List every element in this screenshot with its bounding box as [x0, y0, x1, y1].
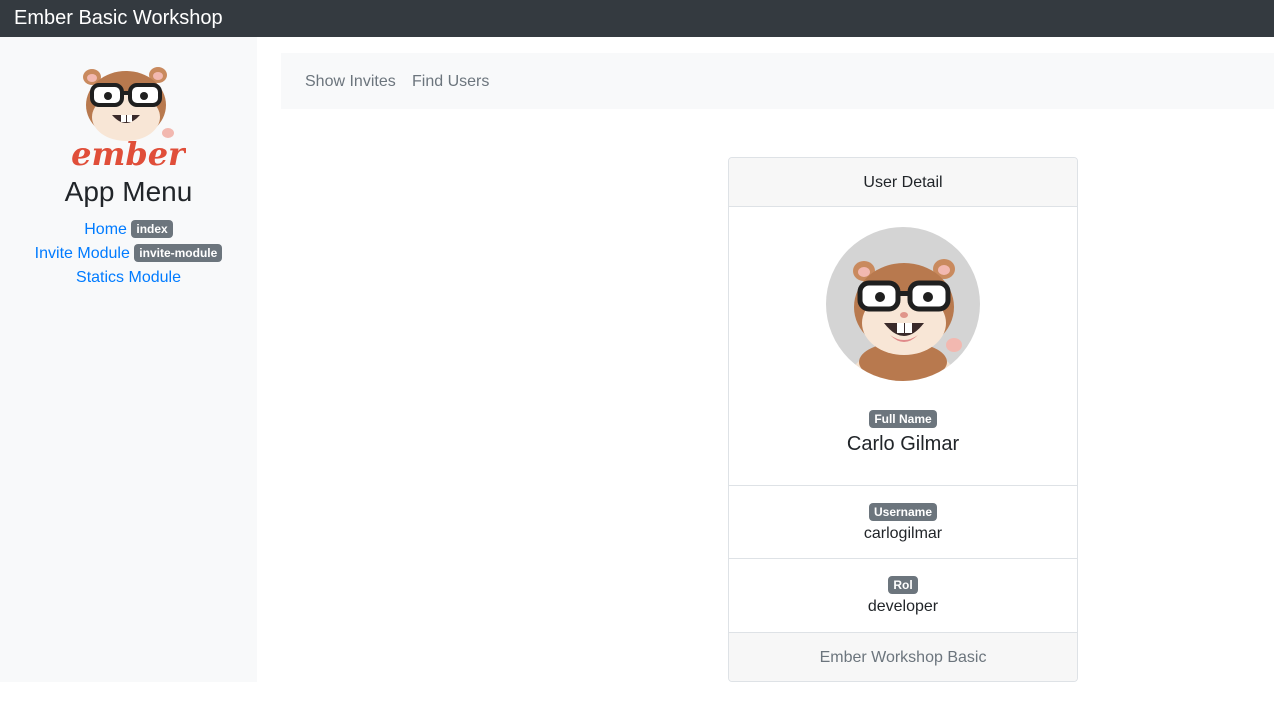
route-badge-index: index [131, 220, 173, 238]
app-menu-title: App Menu [64, 176, 193, 207]
sidebar-link-home[interactable]: Home [84, 221, 127, 238]
divider [729, 558, 1077, 559]
top-navbar: Ember Basic Workshop [0, 0, 1274, 37]
role-value: developer [867, 598, 939, 615]
sidebar-link-statics-module[interactable]: Statics Module [76, 269, 181, 286]
full-name-field: Full Name Carlo Gilmar [729, 410, 1077, 456]
full-name-value: Carlo Gilmar [846, 433, 960, 455]
username-label: Username [868, 503, 938, 521]
divider [729, 485, 1077, 486]
user-avatar [826, 227, 980, 381]
role-field: Rol developer [729, 576, 1077, 617]
sidebar-item-invite-module: Invite Module invite-module [0, 243, 257, 267]
ember-wordmark: ember [71, 135, 186, 173]
role-label: Rol [888, 576, 918, 594]
route-badge-invite-module: invite-module [134, 244, 223, 262]
sidebar-nav: Home index Invite Module invite-module S… [0, 219, 257, 291]
sidebar: ember App Menu Home index Invite Module … [0, 37, 257, 682]
user-detail-card: User Detail Full Name Carlo Gilmar Usern… [728, 157, 1078, 682]
subnav-find-users-link[interactable]: Find Users [412, 72, 489, 92]
ember-hamster-logo-icon: ember [71, 67, 186, 173]
sub-navbar: Show Invites Find Users [281, 53, 1274, 109]
sidebar-item-statics-module: Statics Module [0, 267, 257, 291]
username-field: Username carlogilmar [729, 503, 1077, 544]
subnav-show-invites-link[interactable]: Show Invites [305, 72, 396, 92]
ember-hamster-avatar-icon [851, 259, 962, 381]
navbar-brand[interactable]: Ember Basic Workshop [14, 6, 223, 30]
full-name-label: Full Name [869, 410, 937, 428]
card-header: User Detail [729, 158, 1077, 207]
sidebar-item-home: Home index [0, 219, 257, 243]
username-value: carlogilmar [863, 525, 943, 542]
card-footer: Ember Workshop Basic [729, 632, 1077, 681]
sidebar-link-invite-module[interactable]: Invite Module [35, 245, 130, 262]
